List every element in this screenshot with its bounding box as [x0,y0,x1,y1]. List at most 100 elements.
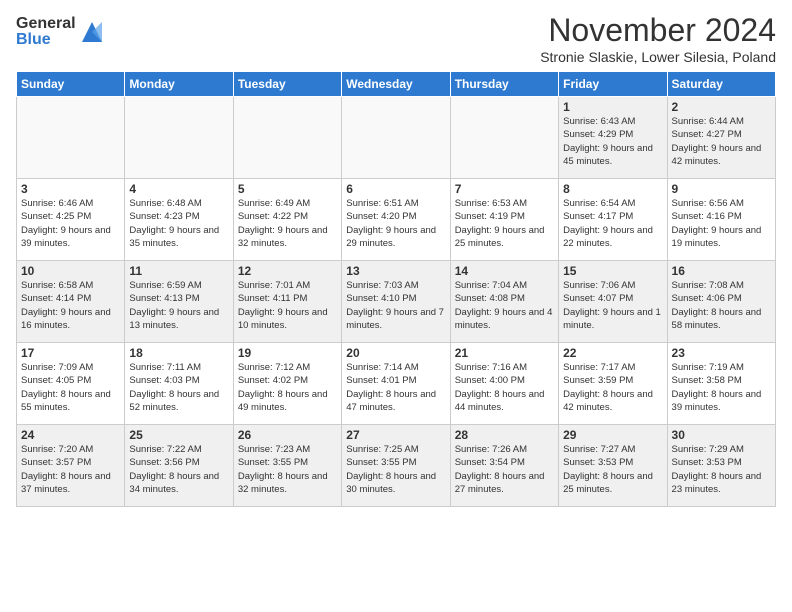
daylight-label: Daylight: 8 hours and 52 minutes. [129,389,219,413]
day-number: 26 [238,428,337,442]
day-number: 10 [21,264,120,278]
table-row: 16Sunrise: 7:08 AMSunset: 4:06 PMDayligh… [667,261,775,343]
sunset-label: Sunset: 4:02 PM [238,375,308,386]
sunrise-label: Sunrise: 7:19 AM [672,362,744,373]
daylight-label: Daylight: 8 hours and 55 minutes. [21,389,111,413]
daylight-label: Daylight: 8 hours and 49 minutes. [238,389,328,413]
table-row: 1Sunrise: 6:43 AMSunset: 4:29 PMDaylight… [559,97,667,179]
month-title: November 2024 [540,12,776,49]
daylight-label: Daylight: 9 hours and 10 minutes. [238,307,328,331]
sunset-label: Sunset: 4:05 PM [21,375,91,386]
sunset-label: Sunset: 4:01 PM [346,375,416,386]
sunrise-label: Sunrise: 7:29 AM [672,444,744,455]
daylight-label: Daylight: 9 hours and 13 minutes. [129,307,219,331]
table-row: 12Sunrise: 7:01 AMSunset: 4:11 PMDayligh… [233,261,341,343]
table-row: 5Sunrise: 6:49 AMSunset: 4:22 PMDaylight… [233,179,341,261]
daylight-label: Daylight: 9 hours and 25 minutes. [455,225,545,249]
header-thursday: Thursday [450,72,558,97]
sunrise-label: Sunrise: 6:51 AM [346,198,418,209]
sunrise-label: Sunrise: 7:17 AM [563,362,635,373]
table-row: 3Sunrise: 6:46 AMSunset: 4:25 PMDaylight… [17,179,125,261]
sunrise-label: Sunrise: 6:43 AM [563,116,635,127]
day-number: 4 [129,182,228,196]
daylight-label: Daylight: 8 hours and 58 minutes. [672,307,762,331]
header-tuesday: Tuesday [233,72,341,97]
header-monday: Monday [125,72,233,97]
sunrise-label: Sunrise: 6:48 AM [129,198,201,209]
daylight-label: Daylight: 8 hours and 30 minutes. [346,471,436,495]
sunset-label: Sunset: 4:08 PM [455,293,525,304]
logo-blue: Blue [16,32,76,48]
day-info: Sunrise: 6:49 AMSunset: 4:22 PMDaylight:… [238,197,337,250]
sunrise-label: Sunrise: 7:09 AM [21,362,93,373]
weekday-header-row: Sunday Monday Tuesday Wednesday Thursday… [17,72,776,97]
header: General Blue November 2024 Stronie Slask… [16,12,776,65]
daylight-label: Daylight: 9 hours and 39 minutes. [21,225,111,249]
title-block: November 2024 Stronie Slaskie, Lower Sil… [540,12,776,65]
sunset-label: Sunset: 4:11 PM [238,293,308,304]
sunset-label: Sunset: 4:27 PM [672,129,742,140]
sunset-label: Sunset: 3:53 PM [672,457,742,468]
header-saturday: Saturday [667,72,775,97]
daylight-label: Daylight: 8 hours and 42 minutes. [563,389,653,413]
day-number: 2 [672,100,771,114]
logo-text: General Blue [16,16,76,48]
sunset-label: Sunset: 4:16 PM [672,211,742,222]
sunset-label: Sunset: 3:57 PM [21,457,91,468]
day-info: Sunrise: 7:09 AM Sunset: 4:05 PM Daylight:… [21,361,120,414]
sunrise-label: Sunrise: 7:20 AM [21,444,93,455]
day-info: Sunrise: 6:54 AMSunset: 4:17 PMDaylight:… [563,197,662,250]
sunrise-label: Sunrise: 7:03 AM [346,280,418,291]
calendar-week-row: 17Sunrise: 7:09 AMSunset: 4:05 PMDayligh… [17,343,776,425]
sunrise-label: Sunrise: 7:11 AM [129,362,201,373]
day-info: Sunrise: 7:16 AMSunset: 4:00 PMDaylight:… [455,361,554,414]
daylight-label: Daylight: 9 hours and 4 minutes. [455,307,553,331]
table-row: 6Sunrise: 6:51 AMSunset: 4:20 PMDaylight… [342,179,450,261]
day-info: Sunrise: 7:25 AMSunset: 3:55 PMDaylight:… [346,443,445,496]
sunset-label: Sunset: 3:58 PM [672,375,742,386]
daylight-label: Daylight: 9 hours and 29 minutes. [346,225,436,249]
day-info: Sunrise: 6:53 AMSunset: 4:19 PMDaylight:… [455,197,554,250]
table-row: 11Sunrise: 6:59 AMSunset: 4:13 PMDayligh… [125,261,233,343]
sunset-label: Sunset: 4:10 PM [346,293,416,304]
day-number: 30 [672,428,771,442]
sunset-label: Sunset: 3:55 PM [346,457,416,468]
day-number: 5 [238,182,337,196]
day-number: 25 [129,428,228,442]
sunset-label: Sunset: 4:25 PM [21,211,91,222]
table-row: 29Sunrise: 7:27 AMSunset: 3:53 PMDayligh… [559,425,667,507]
day-info: Sunrise: 7:06 AMSunset: 4:07 PMDaylight:… [563,279,662,332]
day-number: 22 [563,346,662,360]
sunrise-label: Sunrise: 6:53 AM [455,198,527,209]
day-info: Sunrise: 6:59 AMSunset: 4:13 PMDaylight:… [129,279,228,332]
daylight-label: Daylight: 9 hours and 42 minutes. [672,143,762,167]
table-row: 26Sunrise: 7:23 AMSunset: 3:55 PMDayligh… [233,425,341,507]
sunrise-label: Sunrise: 7:14 AM [346,362,418,373]
day-info: Sunrise: 7:03 AMSunset: 4:10 PMDaylight:… [346,279,445,332]
sunrise-label: Sunrise: 7:06 AM [563,280,635,291]
sunrise-label: Sunrise: 7:01 AM [238,280,310,291]
header-sunday: Sunday [17,72,125,97]
daylight-label: Daylight: 8 hours and 32 minutes. [238,471,328,495]
day-info: Sunrise: 7:23 AMSunset: 3:55 PMDaylight:… [238,443,337,496]
day-number: 9 [672,182,771,196]
table-row: 8Sunrise: 6:54 AMSunset: 4:17 PMDaylight… [559,179,667,261]
day-info: Sunrise: 7:04 AMSunset: 4:08 PMDaylight:… [455,279,554,332]
sunrise-label: Sunrise: 7:16 AM [455,362,527,373]
daylight-label: Daylight: 9 hours and 22 minutes. [563,225,653,249]
sunrise-label: Sunrise: 6:58 AM [21,280,93,291]
sunset-label: Sunset: 4:20 PM [346,211,416,222]
calendar-week-row: 1Sunrise: 6:43 AMSunset: 4:29 PMDaylight… [17,97,776,179]
sunrise-label: Sunrise: 7:23 AM [238,444,310,455]
sunset-label: Sunset: 4:00 PM [455,375,525,386]
day-number: 3 [21,182,120,196]
sunrise-label: Sunrise: 7:26 AM [455,444,527,455]
sunrise-label: Sunrise: 6:44 AM [672,116,744,127]
sunset-label: Sunset: 3:53 PM [563,457,633,468]
table-row: 4Sunrise: 6:48 AMSunset: 4:23 PMDaylight… [125,179,233,261]
sunrise-label: Sunrise: 6:56 AM [672,198,744,209]
table-row: 30Sunrise: 7:29 AMSunset: 3:53 PMDayligh… [667,425,775,507]
sunrise-label: Sunrise: 7:08 AM [672,280,744,291]
day-number: 23 [672,346,771,360]
sunrise-label: Sunrise: 6:59 AM [129,280,201,291]
